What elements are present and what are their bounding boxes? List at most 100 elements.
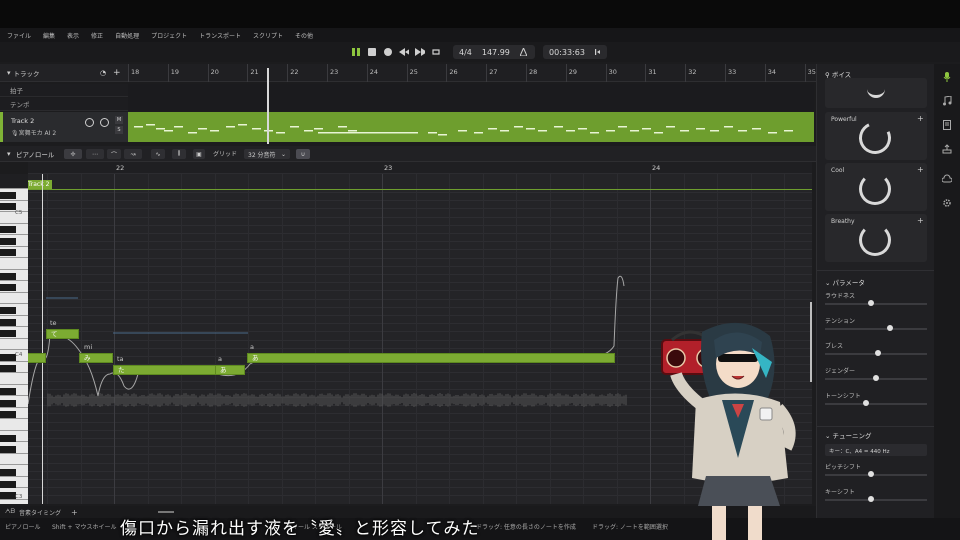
- chevron-down-icon[interactable]: ⌄: [825, 279, 833, 287]
- fast-forward-button[interactable]: [415, 47, 425, 57]
- black-key[interactable]: [0, 411, 16, 418]
- cool-knob[interactable]: [859, 173, 891, 205]
- black-key[interactable]: [0, 319, 16, 326]
- grid-select[interactable]: 32 分音符 ⌄: [244, 149, 290, 159]
- black-key[interactable]: [0, 400, 16, 407]
- black-key[interactable]: [0, 446, 16, 453]
- track-tag[interactable]: Track 2: [28, 180, 52, 189]
- magnet-snap-button[interactable]: ∪: [296, 149, 310, 159]
- black-key[interactable]: [0, 203, 16, 210]
- menu-edit[interactable]: 編集: [43, 31, 55, 40]
- black-key[interactable]: [0, 481, 16, 488]
- param-slider[interactable]: ジェンダー: [825, 366, 927, 386]
- black-key[interactable]: [0, 365, 16, 372]
- rewind-button[interactable]: [399, 47, 409, 57]
- menu-project[interactable]: プロジェクト: [151, 31, 187, 40]
- piano-roll-ruler[interactable]: 22 23 24: [28, 162, 812, 174]
- timing-tab[interactable]: 音素タイミング: [19, 508, 61, 517]
- note-ta[interactable]: た: [113, 365, 216, 375]
- knob-icon[interactable]: [867, 84, 885, 98]
- black-key[interactable]: [0, 238, 16, 245]
- music-note-icon[interactable]: [942, 96, 952, 106]
- pitch-tool[interactable]: ↝: [124, 149, 142, 159]
- menu-automation[interactable]: 自動処理: [115, 31, 139, 40]
- slider-thumb[interactable]: [873, 375, 879, 381]
- black-key[interactable]: [0, 192, 16, 199]
- time-display[interactable]: 00:33:63: [543, 45, 607, 59]
- add-icon[interactable]: +: [917, 165, 924, 174]
- timeline-ruler[interactable]: 18 19 20 21 22 23 24 25 26 27 28 29 30 31 32 33 34 35: [128, 64, 816, 82]
- pause-button[interactable]: [351, 47, 361, 57]
- track-region[interactable]: [128, 112, 814, 142]
- curve-tool[interactable]: ⌒: [107, 149, 121, 159]
- param-slider[interactable]: ラウドネス: [825, 291, 927, 311]
- clock-icon[interactable]: ◔: [100, 69, 106, 77]
- stop-button[interactable]: [367, 47, 377, 57]
- menu-view[interactable]: 表示: [67, 31, 79, 40]
- waveform-toggle[interactable]: ⫼: [172, 149, 186, 159]
- slider-track[interactable]: [825, 328, 927, 330]
- loop-button[interactable]: [431, 47, 441, 57]
- add-tab-button[interactable]: +: [71, 508, 78, 517]
- black-key[interactable]: [0, 284, 16, 291]
- record-button[interactable]: [383, 47, 393, 57]
- slider-track[interactable]: [825, 403, 927, 405]
- param-slider[interactable]: キーシフト: [825, 487, 927, 507]
- export-icon[interactable]: [942, 144, 952, 154]
- slider-thumb[interactable]: [868, 496, 874, 502]
- add-track-button[interactable]: +: [113, 68, 121, 78]
- cloud-icon[interactable]: [942, 174, 952, 184]
- black-key[interactable]: [0, 273, 16, 280]
- slider-thumb[interactable]: [868, 471, 874, 477]
- piano-keyboard[interactable]: C5 C4 C3: [0, 188, 28, 504]
- black-key[interactable]: [0, 307, 16, 314]
- breathy-knob[interactable]: [859, 224, 891, 256]
- slider-thumb[interactable]: [875, 350, 881, 356]
- chevron-down-icon[interactable]: ⌄: [825, 432, 833, 440]
- add-icon[interactable]: +: [917, 114, 924, 123]
- menu-modify[interactable]: 修正: [91, 31, 103, 40]
- pan-knob[interactable]: [100, 118, 109, 127]
- menu-other[interactable]: その他: [295, 31, 313, 40]
- voice-card-cool[interactable]: Cool +: [825, 163, 927, 211]
- note-prev[interactable]: [28, 353, 46, 363]
- key-select[interactable]: キー：C、A4 = 440 Hz: [825, 444, 927, 456]
- playhead[interactable]: [267, 68, 269, 144]
- document-icon[interactable]: [942, 120, 952, 130]
- voice-card-breathy[interactable]: Breathy +: [825, 214, 927, 262]
- solo-button[interactable]: S: [115, 126, 123, 134]
- black-key[interactable]: [0, 354, 16, 361]
- black-key[interactable]: [0, 492, 16, 499]
- slider-track[interactable]: [825, 303, 927, 305]
- slider-track[interactable]: [825, 474, 927, 476]
- note-mi[interactable]: み: [79, 353, 113, 363]
- black-key[interactable]: [0, 435, 16, 442]
- mute-button[interactable]: M: [115, 116, 123, 124]
- param-slider[interactable]: テンション: [825, 316, 927, 336]
- collapse-icon[interactable]: ▾: [7, 69, 11, 77]
- param-slider[interactable]: ピッチシフト: [825, 462, 927, 482]
- pen-tool[interactable]: ⋯: [86, 149, 104, 159]
- voice-card-powerful[interactable]: Powerful +: [825, 112, 927, 160]
- voice-card-top[interactable]: [825, 78, 927, 108]
- slider-thumb[interactable]: [887, 325, 893, 331]
- menu-transport[interactable]: トランスポート: [199, 31, 241, 40]
- slider-thumb[interactable]: [868, 300, 874, 306]
- note-a1[interactable]: あ: [215, 365, 245, 375]
- black-key[interactable]: [0, 226, 16, 233]
- param-slider[interactable]: トーンシフト: [825, 391, 927, 411]
- playhead[interactable]: [42, 174, 43, 504]
- powerful-knob[interactable]: [854, 117, 896, 159]
- note-te[interactable]: て: [46, 329, 79, 339]
- add-icon[interactable]: +: [917, 216, 924, 225]
- tempo-display[interactable]: 4/4 147.99: [453, 45, 535, 59]
- mic-icon[interactable]: [942, 72, 952, 82]
- menu-script[interactable]: スクリプト: [253, 31, 283, 40]
- select-tool[interactable]: ✢: [64, 149, 82, 159]
- slider-track[interactable]: [825, 499, 927, 501]
- menu-file[interactable]: ファイル: [7, 31, 31, 40]
- black-key[interactable]: [0, 330, 16, 337]
- note-a2[interactable]: あ: [247, 353, 615, 363]
- slider-thumb[interactable]: [863, 400, 869, 406]
- collapse-icon[interactable]: ▾: [7, 150, 11, 158]
